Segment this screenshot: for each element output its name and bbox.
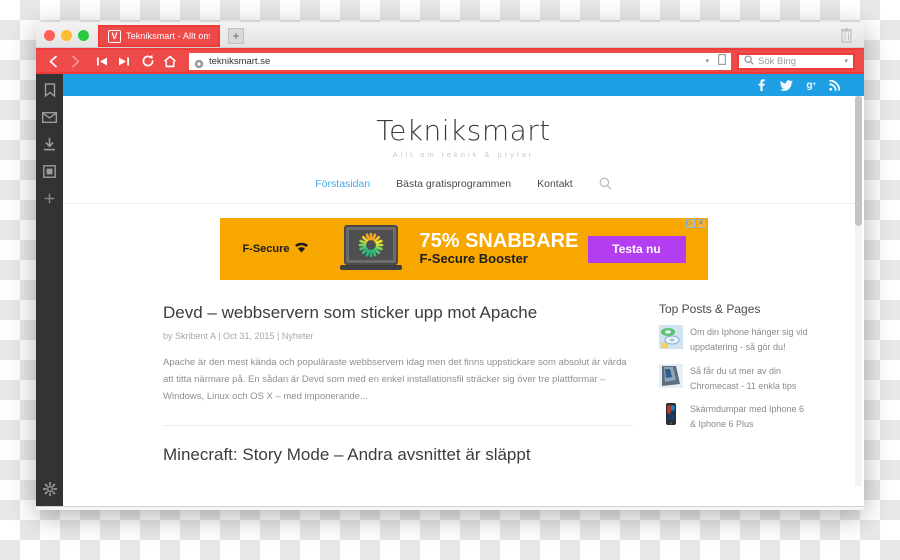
- window-controls: [36, 30, 98, 47]
- new-tab-button[interactable]: +: [228, 28, 244, 44]
- reader-view-icon[interactable]: [718, 52, 727, 70]
- site-social-bar: g +: [63, 74, 864, 96]
- ad-headline-percent: 75%: [419, 230, 460, 253]
- list-item-label: Om din Iphone hänger sig vid uppdatering…: [690, 327, 808, 352]
- nav-item-basta-gratisprogrammen[interactable]: Bästa gratisprogrammen: [396, 178, 511, 190]
- post-divider: [163, 425, 633, 427]
- search-input-placeholder: Sök Bing: [758, 55, 797, 67]
- notes-icon[interactable]: [41, 162, 59, 180]
- rewind-button[interactable]: [92, 51, 112, 71]
- advertisement-banner[interactable]: F-Secure 75% SNABBARE F-Secure Booster T…: [219, 218, 708, 280]
- ad-headline: 75% SNABBARE: [420, 231, 588, 252]
- site-logo[interactable]: Tekniksmart: [63, 114, 864, 147]
- address-bar[interactable]: tekniksmart.se ▾: [189, 52, 731, 70]
- ad-cta-button[interactable]: Testa nu: [587, 235, 686, 263]
- widget-title-top-posts: Top Posts & Pages: [659, 302, 761, 316]
- chevron-down-icon[interactable]: ▾: [705, 58, 709, 65]
- tab-title: Tekniksmart - Allt om teknik: [126, 31, 210, 41]
- browser-body: g + Tekniksmart Allt om teknik & prylar F…: [36, 74, 864, 506]
- rss-icon[interactable]: [829, 79, 840, 91]
- page-columns: Devd – webbservern som sticker upp mot A…: [63, 280, 864, 465]
- post-excerpt: Apache är den mest kända och populäraste…: [163, 357, 627, 402]
- search-icon[interactable]: [599, 177, 612, 190]
- mail-icon[interactable]: [41, 108, 59, 126]
- search-icon: [744, 52, 754, 70]
- ad-copy: 75% SNABBARE F-Secure Booster: [410, 231, 588, 266]
- googleplus-icon[interactable]: g +: [806, 80, 816, 91]
- main-content-column: Devd – webbservern som sticker upp mot A…: [163, 302, 633, 465]
- iphone6-thumb-icon: [659, 402, 683, 427]
- post-author-prefix: by: [163, 331, 173, 342]
- search-field[interactable]: Sök Bing ▾: [737, 52, 855, 70]
- adchoices-icon[interactable]: ▷: [685, 219, 695, 228]
- back-button[interactable]: [43, 51, 63, 71]
- list-item[interactable]: Skärmdumpar med Iphone 6 & Iphone 6 Plus: [659, 402, 809, 432]
- site-identity-icon: [194, 56, 204, 68]
- maximize-window-button[interactable]: [78, 30, 89, 41]
- close-window-button[interactable]: [44, 30, 55, 41]
- sidebar-widgets-column: Top Posts & Pages Om din Iphone hänger s…: [659, 302, 809, 465]
- ad-brand: F-Secure: [220, 240, 332, 258]
- ad-headline-rest: SNABBARE: [465, 230, 579, 253]
- list-item[interactable]: Så får du ut mer av din Chromecast - 11 …: [659, 363, 809, 394]
- nav-item-kontakt[interactable]: Kontakt: [537, 178, 573, 190]
- post-date: Oct 31, 2015: [222, 331, 275, 342]
- bookmark-icon[interactable]: [41, 81, 59, 99]
- address-bar-url: tekniksmart.se: [209, 55, 271, 67]
- search-engine-chevron-icon[interactable]: ▾: [844, 58, 848, 65]
- gear-icon[interactable]: [41, 480, 59, 498]
- meta-separator-2: |: [277, 331, 280, 342]
- ad-badges: ▷ ✕: [685, 219, 706, 228]
- plus-icon[interactable]: [41, 189, 59, 207]
- browser-tab[interactable]: V Tekniksmart - Allt om teknik: [98, 25, 220, 47]
- page-viewport: g + Tekniksmart Allt om teknik & prylar F…: [63, 74, 864, 506]
- status-bar: Återställ 100 %: [36, 506, 864, 510]
- ad-brand-label: F-Secure: [242, 243, 290, 255]
- nav-item-forstasidan[interactable]: Förstasidan: [315, 178, 370, 190]
- advertisement-container: F-Secure 75% SNABBARE F-Secure Booster T…: [63, 204, 864, 280]
- list-item-label: Så får du ut mer av din Chromecast - 11 …: [690, 365, 797, 391]
- vivaldi-favicon: V: [108, 29, 121, 43]
- twitter-icon[interactable]: [780, 79, 794, 91]
- post-category[interactable]: Nyheter: [282, 331, 314, 341]
- reload-button[interactable]: [138, 51, 158, 71]
- home-button[interactable]: [160, 51, 180, 71]
- list-item[interactable]: Om din Iphone hänger sig vid uppdatering…: [659, 325, 809, 355]
- download-icon[interactable]: [41, 135, 59, 153]
- post-title[interactable]: Minecraft: Story Mode – Andra avsnittet …: [163, 444, 633, 465]
- page-scrollbar[interactable]: [855, 96, 862, 486]
- post-title[interactable]: Devd – webbservern som sticker upp mot A…: [163, 302, 633, 323]
- browser-window: V Tekniksmart - Allt om teknik +: [36, 22, 864, 510]
- f-secure-logo-icon: [294, 240, 309, 258]
- post-meta: by Skribent A | Oct 31, 2015 | Nyheter: [163, 331, 633, 341]
- forward-button[interactable]: [65, 51, 85, 71]
- site-navigation: Förstasidan Bästa gratisprogrammen Konta…: [63, 177, 864, 204]
- page-scrollbar-thumb[interactable]: [855, 96, 862, 226]
- meta-separator-1: |: [218, 331, 221, 342]
- chromecast-thumb-icon: [659, 363, 683, 388]
- ad-subline: F-Secure Booster: [419, 251, 528, 267]
- trash-icon[interactable]: [839, 27, 854, 43]
- tab-strip: V Tekniksmart - Allt om teknik +: [36, 22, 864, 48]
- navigation-toolbar: tekniksmart.se ▾ Sök Bing ▾: [36, 48, 864, 74]
- facebook-icon[interactable]: [756, 79, 767, 91]
- minimize-window-button[interactable]: [61, 30, 72, 41]
- ad-laptop-image: [332, 224, 410, 274]
- fast-forward-button[interactable]: [114, 51, 134, 71]
- site-header: Tekniksmart Allt om teknik & prylar Förs…: [63, 96, 864, 204]
- site-tagline: Allt om teknik & prylar: [392, 150, 535, 159]
- close-icon[interactable]: ✕: [696, 219, 706, 228]
- post-author[interactable]: Skribent A: [175, 331, 216, 341]
- side-panel: [36, 74, 63, 506]
- iphone-settings-thumb-icon: [659, 325, 683, 349]
- list-item-label: Skärmdumpar med Iphone 6 & Iphone 6 Plus: [690, 404, 805, 430]
